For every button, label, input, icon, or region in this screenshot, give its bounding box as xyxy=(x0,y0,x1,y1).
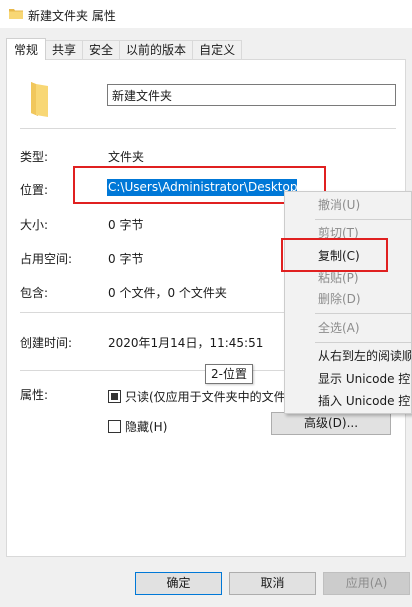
menu-item-undo[interactable]: 撤消(U) xyxy=(285,195,411,215)
hidden-label: 隐藏(H) xyxy=(125,420,168,434)
window-title: 新建文件夹 属性 xyxy=(28,9,116,23)
tab-general[interactable]: 常规 xyxy=(6,38,47,60)
tab-security[interactable]: 安全 xyxy=(82,40,121,60)
contains-label: 包含: xyxy=(20,286,49,300)
tab-sharing[interactable]: 共享 xyxy=(45,40,84,60)
contains-value: 0 个文件，0 个文件夹 xyxy=(108,286,227,300)
location-tooltip: 2-位置 xyxy=(205,364,253,384)
attributes-label: 属性: xyxy=(20,388,49,402)
size-label: 大小: xyxy=(20,218,49,232)
created-value: 2020年1月14日，11:45:51 xyxy=(108,336,264,350)
created-label: 创建时间: xyxy=(20,336,73,350)
apply-button[interactable]: 应用(A) xyxy=(323,572,410,595)
menu-item-select-all[interactable]: 全选(A) xyxy=(285,318,411,338)
type-value: 文件夹 xyxy=(108,150,145,164)
cancel-button[interactable]: 取消 xyxy=(229,572,316,595)
size-on-disk-value: 0 字节 xyxy=(108,252,144,266)
folder-name-input[interactable] xyxy=(107,84,396,106)
location-label: 位置: xyxy=(20,183,49,197)
menu-separator xyxy=(315,219,411,220)
type-label: 类型: xyxy=(20,150,49,164)
hidden-checkbox[interactable] xyxy=(108,420,121,433)
tab-previous-versions[interactable]: 以前的版本 xyxy=(119,40,194,60)
copy-highlight-box xyxy=(281,238,388,272)
menu-item-rtl-reading[interactable]: 从右到左的阅读顺 xyxy=(285,346,411,366)
readonly-label: 只读(仅应用于文件夹中的文件 xyxy=(125,390,286,404)
hidden-checkbox-row[interactable]: 隐藏(H) xyxy=(108,418,167,435)
context-menu: 撤消(U) 剪切(T) 复制(C) 粘贴(P) 删除(D) 全选(A) 从右到左… xyxy=(284,191,412,414)
size-value: 0 字节 xyxy=(108,218,144,232)
ok-button[interactable]: 确定 xyxy=(135,572,222,595)
tab-strip: 常规 共享 安全 以前的版本 自定义 xyxy=(6,38,243,60)
readonly-checkbox-row[interactable]: 只读(仅应用于文件夹中的文件 xyxy=(108,388,286,405)
folder-icon xyxy=(9,7,23,22)
menu-item-insert-unicode[interactable]: 插入 Unicode 控 xyxy=(285,391,411,411)
menu-item-show-unicode[interactable]: 显示 Unicode 控 xyxy=(285,369,411,389)
divider xyxy=(20,128,396,129)
readonly-checkbox[interactable] xyxy=(108,390,121,403)
folder-large-icon xyxy=(28,80,50,121)
advanced-button[interactable]: 高级(D)... xyxy=(271,412,391,435)
title-bar: 新建文件夹 属性 xyxy=(0,0,412,28)
menu-separator xyxy=(315,342,411,343)
menu-separator xyxy=(315,313,411,314)
tab-customize[interactable]: 自定义 xyxy=(192,40,243,60)
size-on-disk-label: 占用空间: xyxy=(20,252,73,266)
menu-item-delete[interactable]: 删除(D) xyxy=(285,289,411,309)
